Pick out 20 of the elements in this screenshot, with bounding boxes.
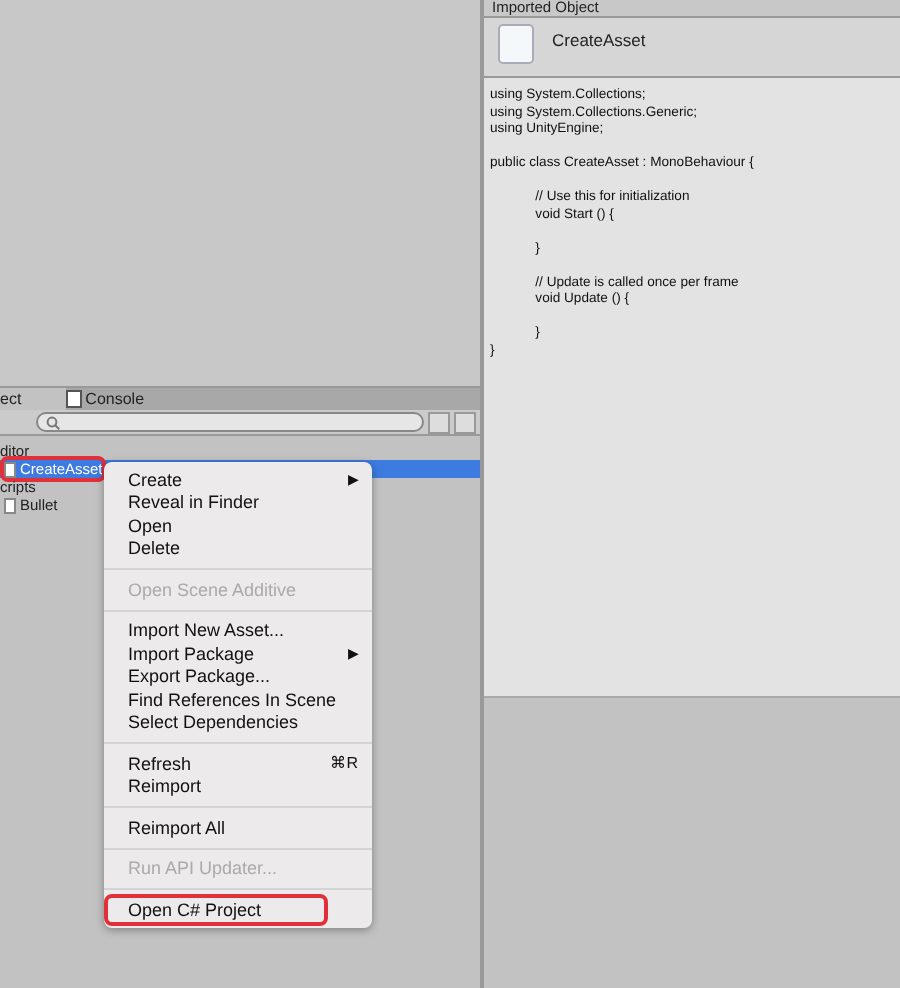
menu-item[interactable]: Select Dependencies: [104, 711, 372, 734]
search-field[interactable]: [36, 412, 424, 432]
filter-button[interactable]: [428, 411, 450, 433]
file-icon: [4, 461, 16, 477]
menu-item[interactable]: Open C# Project: [108, 898, 324, 921]
menu-item[interactable]: Import New Asset...: [104, 619, 372, 642]
tab[interactable]: Console: [65, 388, 173, 410]
menu-item[interactable]: Reimport: [104, 775, 372, 798]
menu-item[interactable]: Reveal in Finder: [104, 491, 372, 514]
tab[interactable]: ect: [0, 388, 66, 410]
label-button[interactable]: [454, 411, 476, 433]
asset-name: CreateAsset: [552, 28, 646, 50]
menu-item[interactable]: Delete: [104, 537, 372, 560]
menu-item[interactable]: Reimport All: [104, 816, 372, 839]
file-icon: [4, 497, 16, 513]
menu-item[interactable]: Find References In Scene: [104, 688, 372, 711]
search-icon: [46, 415, 60, 429]
menu-item[interactable]: Refresh ⌘R: [104, 752, 372, 775]
menu-item[interactable]: Export Package...: [104, 665, 372, 688]
menu-item[interactable]: Open: [104, 514, 372, 537]
